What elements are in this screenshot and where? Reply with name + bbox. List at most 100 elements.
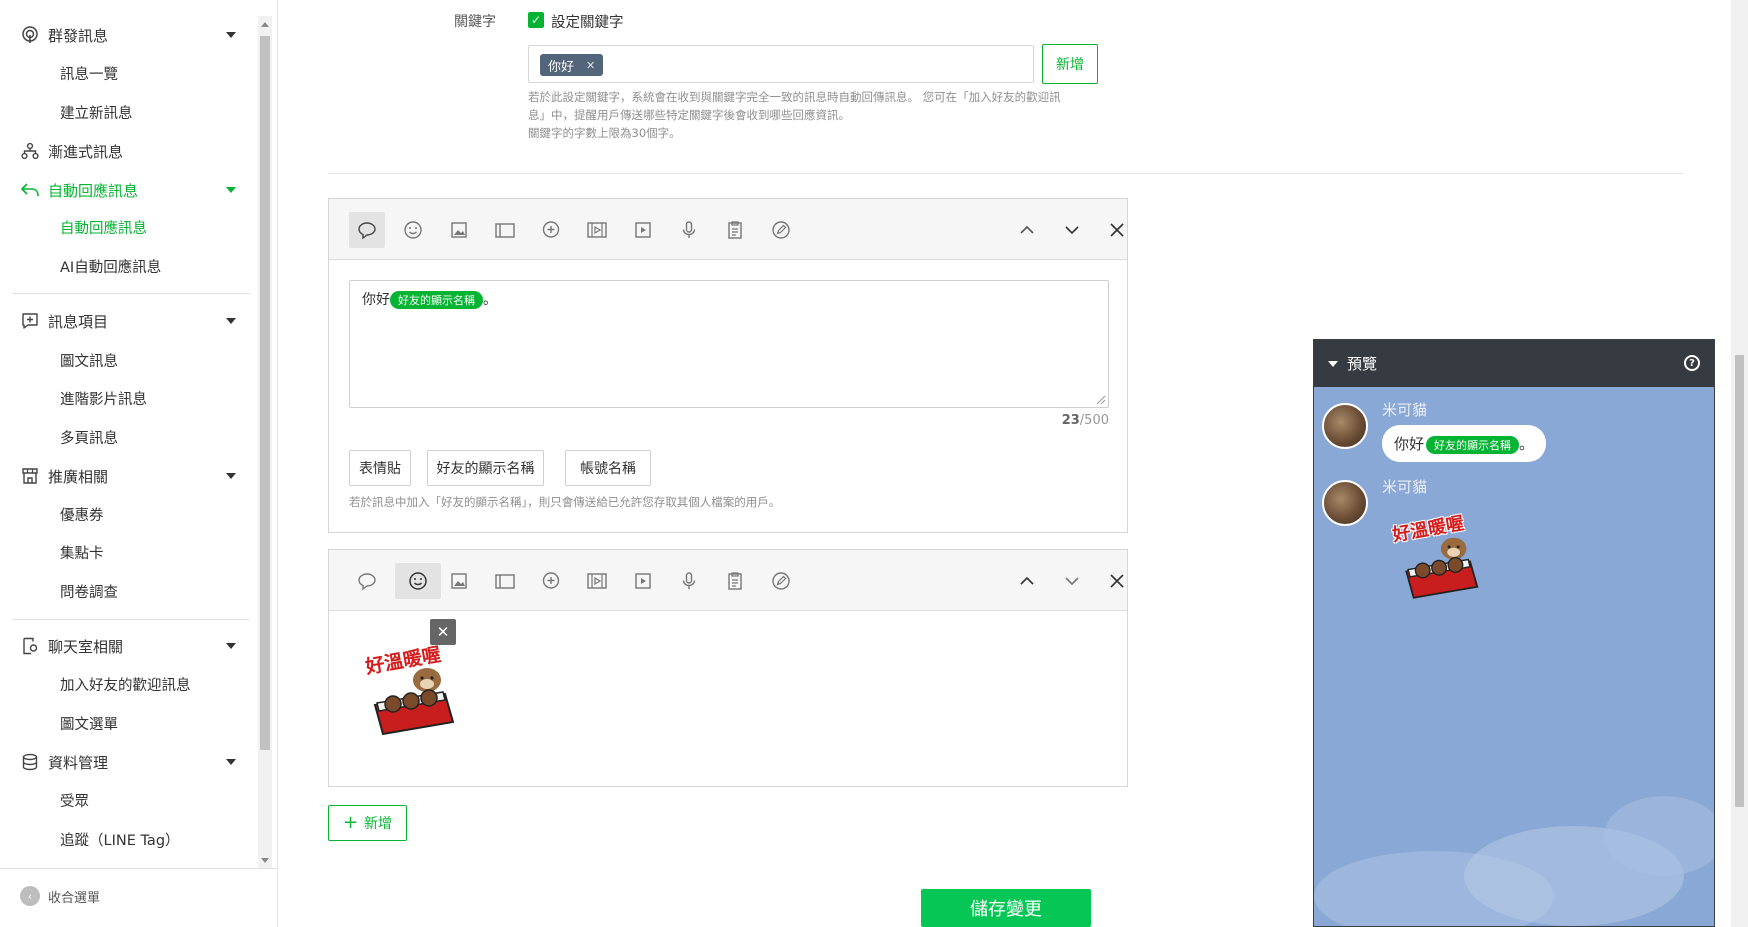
nav-item-coupon[interactable]: 優惠券 bbox=[60, 501, 250, 527]
sticker-icon[interactable] bbox=[395, 212, 431, 248]
nav-group-data[interactable]: 資料管理 bbox=[20, 748, 240, 776]
nav-item-line-tag[interactable]: 追蹤（LINE Tag） bbox=[60, 826, 250, 852]
nav-divider bbox=[0, 868, 278, 869]
reply-arrow-icon bbox=[20, 180, 40, 200]
nav-item-greeting[interactable]: 加入好友的歡迎訊息 bbox=[60, 671, 250, 697]
collapse-menu-label: 收合選單 bbox=[48, 890, 101, 906]
nav-group-broadcast[interactable]: 群發訊息 bbox=[20, 21, 240, 49]
insert-friend-name-button[interactable]: 好友的顯示名稱 bbox=[427, 450, 544, 486]
storefront-icon bbox=[20, 466, 40, 486]
move-up-icon[interactable] bbox=[1009, 212, 1045, 248]
video-icon[interactable] bbox=[625, 212, 661, 248]
video-icon[interactable] bbox=[625, 563, 661, 599]
nav-item-message-list[interactable]: 訊息一覽 bbox=[60, 60, 250, 86]
sticker-icon[interactable] bbox=[395, 563, 441, 599]
keyword-help-line: 息」中，提醒用戶傳送哪些特定關鍵字後會收到哪些回應資訊。 bbox=[528, 108, 850, 122]
image-icon[interactable] bbox=[441, 212, 477, 248]
sidebar-scrollbar[interactable] bbox=[258, 16, 272, 868]
nav-item-auto-reply[interactable]: 自動回應訊息 bbox=[60, 214, 250, 240]
nav-item-create-message[interactable]: 建立新訊息 bbox=[60, 99, 250, 125]
broadcast-icon bbox=[20, 25, 40, 45]
page-scroll-thumb[interactable] bbox=[1735, 355, 1744, 807]
chevron-down-icon bbox=[226, 643, 236, 649]
reward-card-icon[interactable] bbox=[763, 563, 799, 599]
message-text-area[interactable]: 你好 好友的顯示名稱。 bbox=[349, 280, 1109, 408]
reward-card-icon[interactable] bbox=[763, 212, 799, 248]
coupon-icon[interactable] bbox=[487, 212, 523, 248]
nav-group-chat[interactable]: 聊天室相關 bbox=[20, 632, 240, 660]
add-message-label: 新增 bbox=[364, 816, 393, 832]
chevron-down-icon bbox=[226, 32, 236, 38]
nav-group-label: 推廣相關 bbox=[48, 467, 109, 486]
microphone-icon[interactable] bbox=[671, 212, 707, 248]
remove-sticker-icon[interactable]: ✕ bbox=[430, 619, 456, 645]
keyword-input[interactable]: 你好 ✕ bbox=[528, 45, 1034, 83]
nav-item-reward-card[interactable]: 集點卡 bbox=[60, 539, 250, 565]
bubble-text: 你好 bbox=[1394, 435, 1425, 453]
sidebar-scroll-thumb[interactable] bbox=[260, 36, 270, 750]
nav-item-ai-auto-reply[interactable]: AI自動回應訊息 bbox=[60, 253, 250, 279]
microphone-icon[interactable] bbox=[671, 563, 707, 599]
keyword-tag: 你好 ✕ bbox=[540, 54, 604, 76]
keyword-checkbox[interactable]: ✓ bbox=[528, 12, 544, 28]
rich-message-icon[interactable] bbox=[533, 563, 569, 599]
video-card-icon[interactable] bbox=[579, 212, 615, 248]
add-keyword-button[interactable]: 新增 bbox=[1042, 44, 1098, 84]
scroll-down-arrow-icon[interactable] bbox=[261, 858, 269, 863]
page-scrollbar[interactable] bbox=[1731, 0, 1748, 927]
rich-message-icon[interactable] bbox=[533, 212, 569, 248]
cloud-background bbox=[1314, 796, 1714, 926]
delete-message-icon[interactable] bbox=[1099, 563, 1135, 599]
sidebar-nav: 群發訊息 訊息一覽 建立新訊息 漸進式訊息 自動回應訊息 自動回應訊息 AI自動… bbox=[0, 0, 258, 870]
preview-title: 預覽 bbox=[1347, 355, 1378, 373]
keyword-checkbox-label: 設定關鍵字 bbox=[551, 15, 624, 31]
insert-emoji-button[interactable]: 表情貼 bbox=[349, 450, 411, 486]
nav-group-message-items[interactable]: 訊息項目 bbox=[20, 307, 240, 335]
move-up-icon[interactable] bbox=[1009, 563, 1045, 599]
sender-avatar bbox=[1322, 480, 1368, 526]
sender-avatar bbox=[1322, 403, 1368, 449]
survey-icon[interactable] bbox=[717, 563, 753, 599]
plus-icon: + bbox=[342, 812, 359, 833]
help-icon[interactable]: ? bbox=[1684, 355, 1700, 371]
scroll-up-arrow-icon[interactable] bbox=[261, 22, 269, 27]
text-message-icon[interactable] bbox=[349, 212, 385, 248]
message-type-toolbar bbox=[329, 550, 1127, 611]
text-message-icon[interactable] bbox=[349, 563, 385, 599]
image-icon[interactable] bbox=[441, 563, 477, 599]
delete-message-icon[interactable] bbox=[1099, 212, 1135, 248]
nav-group-step-message[interactable]: 漸進式訊息 bbox=[20, 137, 240, 165]
resize-handle-icon[interactable] bbox=[1096, 395, 1106, 405]
keyword-help-text: 若於此設定關鍵字，系統會在收到與關鍵字完全一致的訊息時自動回傳訊息。 您可在「加… bbox=[528, 88, 1088, 142]
friend-name-chip[interactable]: 好友的顯示名稱 bbox=[390, 291, 483, 309]
move-down-icon[interactable] bbox=[1054, 563, 1090, 599]
nav-group-label: 漸進式訊息 bbox=[48, 142, 124, 161]
save-changes-button[interactable]: 儲存變更 bbox=[921, 889, 1091, 927]
add-message-button[interactable]: + 新增 bbox=[328, 805, 407, 841]
nav-group-label: 自動回應訊息 bbox=[48, 181, 139, 200]
collapse-menu-button[interactable]: ‹ 收合選單 bbox=[20, 886, 100, 906]
video-card-icon[interactable] bbox=[579, 563, 615, 599]
nav-item-rich-menu[interactable]: 圖文選單 bbox=[60, 710, 250, 736]
coupon-icon[interactable] bbox=[487, 563, 523, 599]
nav-item-card-message[interactable]: 多頁訊息 bbox=[60, 424, 250, 450]
nav-item-survey[interactable]: 問卷調查 bbox=[60, 578, 250, 604]
move-down-icon[interactable] bbox=[1054, 212, 1090, 248]
insert-account-name-button[interactable]: 帳號名稱 bbox=[565, 450, 651, 486]
caret-down-icon bbox=[1328, 360, 1338, 367]
keyword-help-line: 關鍵字的字數上限為30個字。 bbox=[528, 126, 681, 140]
nav-item-audience[interactable]: 受眾 bbox=[60, 787, 250, 813]
nav-group-auto-reply[interactable]: 自動回應訊息 bbox=[20, 176, 240, 204]
nav-group-label: 訊息項目 bbox=[48, 312, 109, 331]
preview-text-bubble: 你好 好友的顯示名稱。 bbox=[1382, 425, 1547, 462]
nav-item-rich-message[interactable]: 圖文訊息 bbox=[60, 347, 250, 373]
nav-group-promotion[interactable]: 推廣相關 bbox=[20, 462, 240, 490]
survey-icon[interactable] bbox=[717, 212, 753, 248]
keyword-tag-label: 你好 bbox=[548, 59, 575, 75]
remove-tag-icon[interactable]: ✕ bbox=[586, 59, 595, 72]
sender-name: 米可貓 bbox=[1382, 401, 1428, 419]
preview-header[interactable]: 預覽 ? bbox=[1314, 340, 1714, 387]
nav-item-rich-video[interactable]: 進階影片訊息 bbox=[60, 385, 250, 411]
message-text-end: 。 bbox=[483, 292, 497, 308]
chat-settings-icon bbox=[20, 636, 40, 656]
